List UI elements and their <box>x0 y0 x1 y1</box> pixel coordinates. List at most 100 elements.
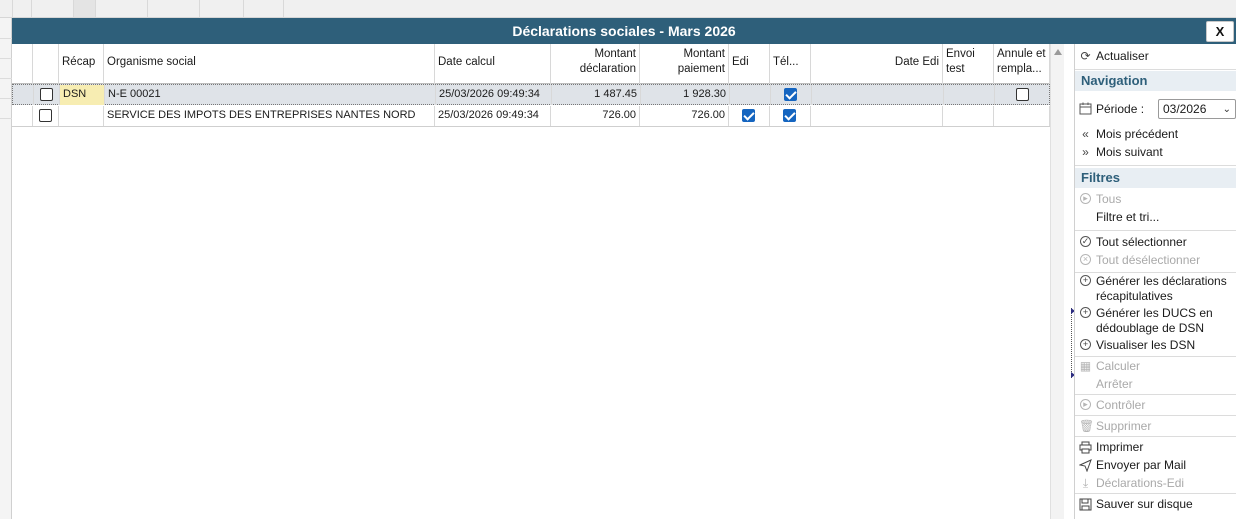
cell-date-edi <box>812 85 944 105</box>
header-envoi-test-line2: test <box>946 63 965 75</box>
table-row[interactable]: DSN N-E 00021 25/03/2026 09:49:34 1 487.… <box>12 84 1051 105</box>
header-tele[interactable]: Tél... <box>770 44 811 84</box>
actualiser-label: Actualiser <box>1096 49 1149 63</box>
close-button[interactable]: X <box>1206 21 1234 42</box>
bg-cell <box>74 0 96 17</box>
periode-value: 03/2026 <box>1163 102 1207 116</box>
periode-row: Période : 03/2026 ⌄ <box>1075 99 1236 121</box>
background-toolbar-strip <box>0 0 1236 18</box>
header-montant-declaration[interactable]: Montant déclaration <box>551 44 640 84</box>
tout-deselectionner-label: Tout désélectionner <box>1096 253 1201 267</box>
refresh-icon: ⟳ <box>1080 49 1091 63</box>
header-montant-paiement-line2: paiement <box>677 63 725 75</box>
supprimer-label: Supprimer <box>1096 419 1152 433</box>
row-select-checkbox[interactable] <box>40 88 53 101</box>
cell-edi <box>730 85 771 105</box>
header-edi[interactable]: Edi <box>729 44 770 84</box>
x-circle-icon: × <box>1079 254 1092 267</box>
tele-checkbox[interactable] <box>783 109 796 122</box>
sauver-disque-label: Sauver sur disque <box>1096 497 1193 511</box>
send-icon <box>1078 459 1092 473</box>
tele-checkbox[interactable] <box>784 88 797 101</box>
window-titlebar: Déclarations sociales - Mars 2026 X <box>12 18 1236 44</box>
actions-panel: ⟳ Actualiser Navigation Période : 03/202… <box>1074 44 1236 519</box>
cell-date-calcul: 25/03/2026 09:49:34 <box>435 106 551 126</box>
header-date-calcul[interactable]: Date calcul <box>435 44 551 84</box>
cell-organisme: N-E 00021 <box>105 85 436 105</box>
header-annule-line2: rempla... <box>997 63 1042 75</box>
plus-circle-icon: + <box>1079 307 1092 320</box>
scroll-up-arrow-icon[interactable] <box>1054 49 1062 55</box>
double-chevron-right-icon: » <box>1082 145 1089 159</box>
cell-annule <box>994 106 1050 126</box>
table-row[interactable]: SERVICE DES IMPOTS DES ENTREPRISES NANTE… <box>12 106 1050 127</box>
window-title: Déclarations sociales - Mars 2026 <box>512 23 736 39</box>
row-select-cell[interactable] <box>34 85 60 105</box>
row-select-cell[interactable] <box>33 106 59 126</box>
annule-checkbox[interactable] <box>1016 88 1029 101</box>
filtre-tri-label: Filtre et tri... <box>1096 210 1160 224</box>
cell-date-calcul: 25/03/2026 09:49:34 <box>436 85 552 105</box>
cell-recap <box>59 106 104 126</box>
cell-date-edi <box>811 106 943 126</box>
grid-vertical-scrollbar[interactable] <box>1050 44 1064 519</box>
bg-cell <box>96 0 148 17</box>
grid-header: Récap Organisme social Date calcul Monta… <box>12 44 1050 84</box>
cell-envoi-test <box>943 106 994 126</box>
generer-ducs-label: Générer les DUCS en dédoublage de DSN <box>1096 306 1213 335</box>
generer-recap-label: Générer les déclarations récapitulatives <box>1096 274 1227 303</box>
calendar-icon <box>1079 102 1092 115</box>
bg-cell <box>0 0 13 17</box>
header-annule-line1: Annule et <box>997 48 1046 60</box>
mois-precedent-label: Mois précédent <box>1096 127 1179 141</box>
cell-organisme: SERVICE DES IMPOTS DES ENTREPRISES NANTE… <box>104 106 435 126</box>
bg-cell <box>32 0 74 17</box>
header-recap[interactable]: Récap <box>59 44 104 84</box>
cell-montant-declaration: 1 487.45 <box>552 85 641 105</box>
calculator-icon: ▦ <box>1079 359 1092 373</box>
cell-tele[interactable] <box>771 85 812 105</box>
cell-edi[interactable] <box>729 106 770 126</box>
cell-montant-paiement: 726.00 <box>640 106 729 126</box>
header-select[interactable] <box>33 44 59 84</box>
row-gutter <box>12 106 33 126</box>
header-montant-paiement[interactable]: Montant paiement <box>640 44 729 84</box>
declarations-edi-label: Déclarations-Edi <box>1096 476 1185 490</box>
plus-circle-icon: + <box>1079 275 1092 288</box>
declarations-window: Déclarations sociales - Mars 2026 X Réca… <box>12 18 1236 519</box>
play-circle-icon: ▸ <box>1079 399 1092 412</box>
plus-circle-icon: + <box>1079 339 1092 352</box>
edi-checkbox[interactable] <box>742 109 755 122</box>
background-left-gutter <box>0 18 12 519</box>
periode-select[interactable]: 03/2026 ⌄ <box>1158 99 1236 119</box>
cell-annule[interactable] <box>995 85 1051 105</box>
bg-cell <box>244 0 284 17</box>
header-annule[interactable]: Annule et rempla... <box>994 44 1050 84</box>
header-rownum <box>12 44 33 84</box>
arreter-label: Arrêter <box>1096 377 1133 391</box>
navigation-section-title: Navigation <box>1075 71 1236 91</box>
header-organisme[interactable]: Organisme social <box>104 44 435 84</box>
envoyer-mail-label: Envoyer par Mail <box>1096 458 1187 472</box>
row-select-checkbox[interactable] <box>39 109 52 122</box>
printer-icon <box>1079 441 1092 454</box>
tout-selectionner-label: Tout sélectionner <box>1096 235 1187 249</box>
bg-cell <box>200 0 244 17</box>
trash-icon: 🗑 <box>1079 419 1095 433</box>
row-gutter <box>13 85 34 105</box>
cell-montant-declaration: 726.00 <box>551 106 640 126</box>
header-envoi-test[interactable]: Envoi test <box>943 44 994 84</box>
tous-label: Tous <box>1096 192 1122 206</box>
header-montant-declaration-line2: déclaration <box>579 63 636 75</box>
bg-cell <box>13 0 32 17</box>
imprimer-label: Imprimer <box>1096 440 1144 454</box>
declarations-grid: Récap Organisme social Date calcul Monta… <box>12 44 1051 519</box>
download-icon: ⤓ <box>1082 476 1089 490</box>
check-circle-icon: ✓ <box>1080 236 1091 247</box>
controler-label: Contrôler <box>1096 398 1146 412</box>
header-date-edi[interactable]: Date Edi <box>811 44 943 84</box>
cell-recap: DSN <box>60 85 105 105</box>
floppy-disk-icon <box>1079 498 1092 511</box>
cell-tele[interactable] <box>770 106 811 126</box>
header-envoi-test-line1: Envoi <box>946 48 975 60</box>
